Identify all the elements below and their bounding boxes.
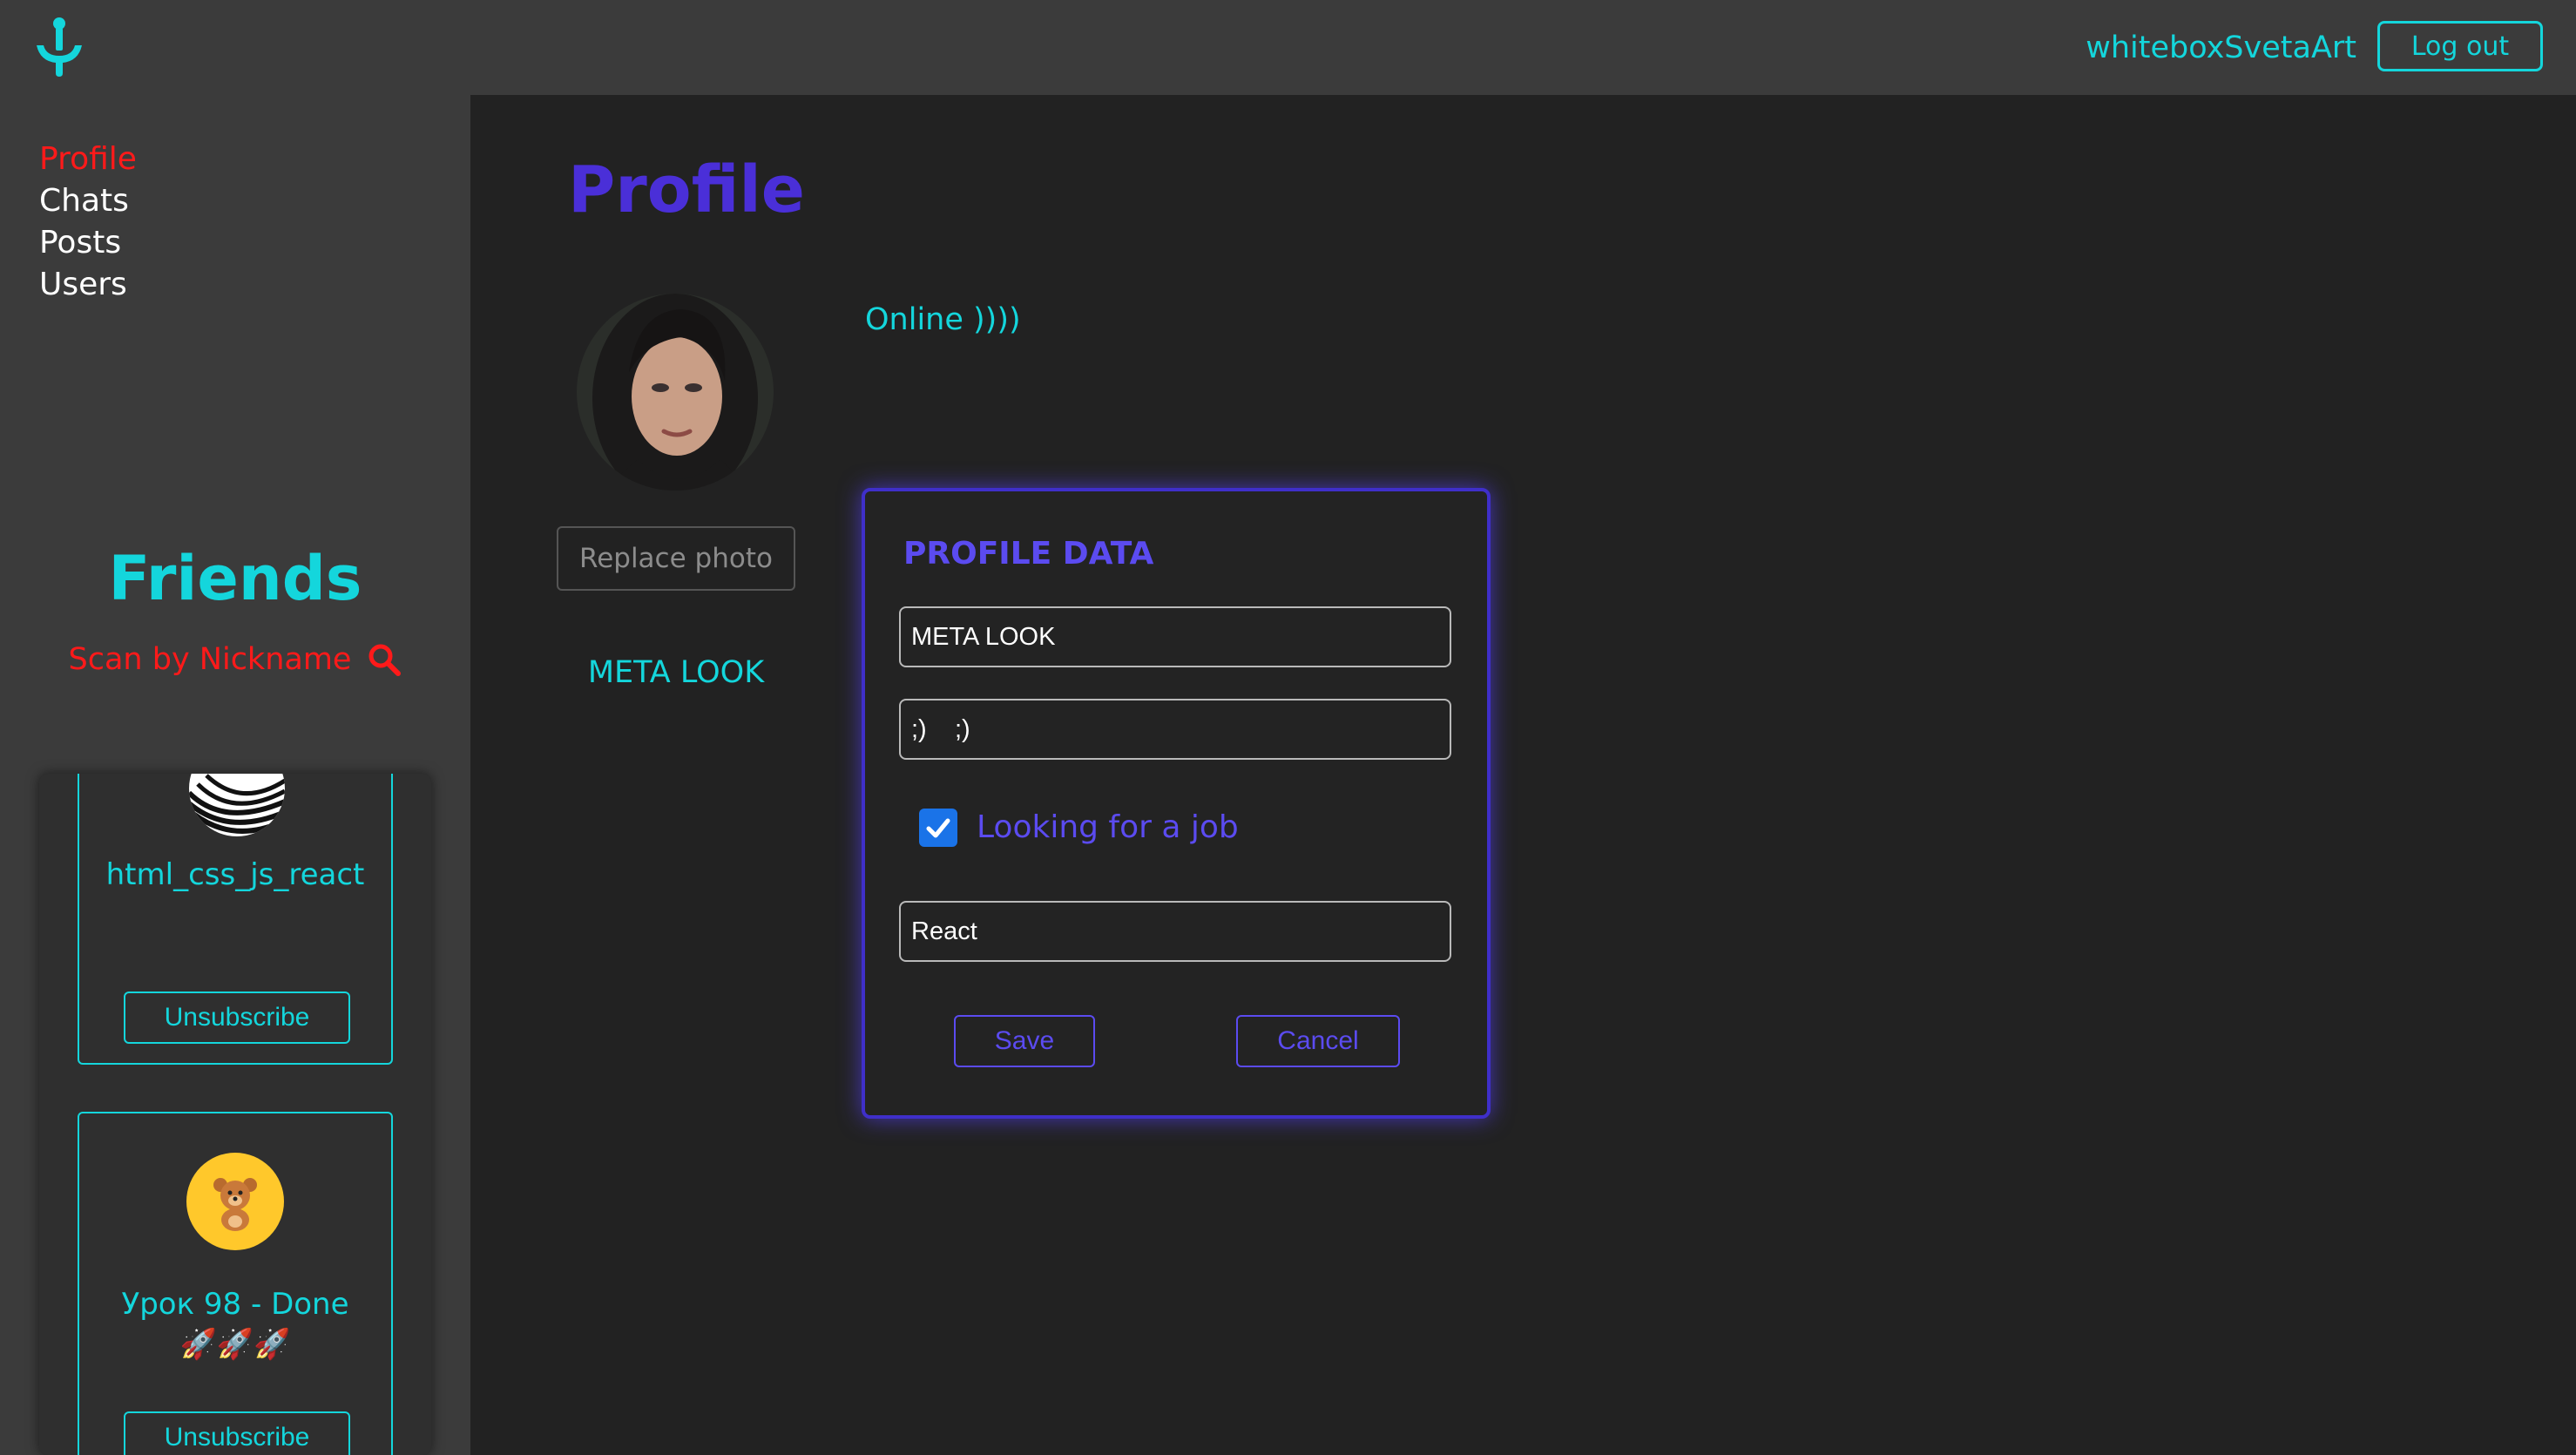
unsubscribe-button[interactable]: Unsubscribe (124, 1411, 350, 1455)
search-icon (368, 644, 402, 676)
nav-item-users[interactable]: Users (39, 264, 137, 306)
save-button[interactable]: Save (954, 1015, 1095, 1067)
friends-list[interactable]: html_css_js_react Unsubscribe Урок 98 - … (39, 774, 431, 1455)
about-me-input[interactable] (899, 699, 1451, 760)
profile-name: META LOOK (587, 655, 765, 690)
friend-name[interactable]: Урок 98 - Done (79, 1283, 391, 1325)
looking-for-job-checkbox[interactable] (919, 809, 957, 847)
top-header: whiteboxSvetaArt Log out (0, 0, 2576, 95)
checkmark-icon (926, 818, 950, 838)
profile-photo (577, 294, 774, 491)
teddy-bear-icon (213, 1178, 257, 1231)
profile-data-form: PROFILE DATA Looking for a job Save Canc… (862, 488, 1491, 1119)
job-description-input[interactable] (899, 901, 1451, 962)
sidebar-nav: Profile Chats Posts Users (39, 139, 137, 306)
friend-card: Урок 98 - Done 🚀🚀🚀 Unsubscribe (78, 1112, 393, 1455)
app-logo-icon[interactable] (31, 16, 87, 77)
nav-item-profile[interactable]: Profile (39, 139, 137, 180)
friend-name[interactable]: html_css_js_react (79, 854, 391, 896)
page-title: Profile (568, 152, 805, 227)
profile-photo-image (577, 294, 774, 491)
sidebar: Profile Chats Posts Users Friends Scan b… (0, 95, 470, 1455)
profile-status[interactable]: Online )))) (865, 299, 1021, 341)
teddy-bear-avatar-icon[interactable] (186, 1153, 284, 1250)
cancel-button[interactable]: Cancel (1236, 1015, 1400, 1067)
replace-photo-button[interactable]: Replace photo (557, 526, 795, 591)
scan-label: Scan by Nickname (68, 642, 352, 677)
zebra-pattern-avatar-icon[interactable] (189, 774, 285, 836)
scan-by-nickname-button[interactable]: Scan by Nickname (0, 642, 470, 677)
friend-card: html_css_js_react Unsubscribe (78, 774, 393, 1065)
looking-for-job-label: Looking for a job (977, 809, 1239, 845)
rocket-emojis: 🚀🚀🚀 (179, 1327, 291, 1362)
friends-title: Friends (108, 543, 362, 614)
profile-data-title: PROFILE DATA (903, 536, 1154, 572)
nav-item-chats[interactable]: Chats (39, 180, 137, 222)
username-label[interactable]: whiteboxSvetaArt (2086, 29, 2356, 67)
full-name-input[interactable] (899, 606, 1451, 667)
nav-item-posts[interactable]: Posts (39, 222, 137, 264)
unsubscribe-button[interactable]: Unsubscribe (124, 991, 350, 1044)
logout-button[interactable]: Log out (2377, 21, 2543, 71)
looking-for-job-toggle[interactable]: Looking for a job (919, 807, 1239, 849)
